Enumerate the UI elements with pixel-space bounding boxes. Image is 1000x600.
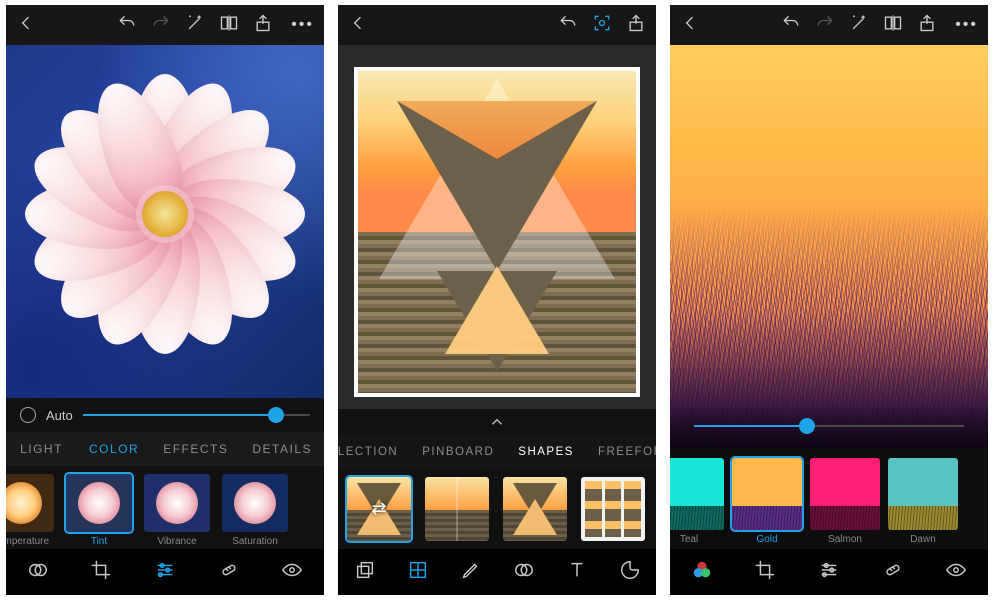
undo-icon[interactable]: [781, 13, 801, 38]
adjust-slider[interactable]: [83, 414, 310, 416]
adjust-slider-row: Auto: [6, 398, 324, 432]
adjust-category-tabs: LIGHT COLOR EFFECTS DETAILS: [6, 432, 324, 466]
redo-icon[interactable]: [151, 13, 171, 38]
eye-icon[interactable]: [945, 559, 967, 586]
top-toolbar: [338, 5, 656, 45]
undo-icon[interactable]: [117, 13, 137, 38]
image-canvas[interactable]: [338, 45, 656, 409]
tab-effects[interactable]: EFFECTS: [151, 442, 240, 456]
preset-temperature[interactable]: Temperature: [6, 474, 56, 547]
tab-pinboard[interactable]: PINBOARD: [414, 446, 502, 458]
preset-label: Saturation: [232, 536, 278, 547]
shape-presets-strip[interactable]: ⇄: [338, 469, 656, 549]
crop-icon[interactable]: [90, 559, 112, 586]
tab-reflection[interactable]: REFLECTION: [338, 446, 406, 458]
magic-wand-icon[interactable]: [185, 13, 205, 38]
back-icon[interactable]: [16, 13, 36, 38]
preset-saturation[interactable]: Saturation: [220, 474, 290, 547]
bottom-toolbar: [670, 549, 988, 595]
look-gold[interactable]: Gold: [732, 458, 802, 545]
preset-label: Teal: [680, 534, 698, 545]
shape-preset-mirror[interactable]: [422, 477, 492, 541]
slider-thumb[interactable]: [268, 407, 284, 423]
sliders-icon[interactable]: [154, 559, 176, 586]
preset-label: Dawn: [910, 534, 936, 545]
preset-label: Temperature: [6, 536, 49, 547]
shape-preset-hourglass[interactable]: [500, 477, 570, 541]
look-salmon[interactable]: Salmon: [810, 458, 880, 545]
layers-icon[interactable]: [354, 559, 376, 586]
compare-icon[interactable]: [219, 13, 239, 38]
auto-label: Auto: [46, 408, 73, 423]
share-icon[interactable]: [917, 13, 937, 38]
tab-details[interactable]: DETAILS: [240, 442, 324, 456]
preset-vibrance[interactable]: Vibrance: [142, 474, 212, 547]
tab-light[interactable]: LIGHT: [6, 442, 77, 456]
preset-tint[interactable]: Tint: [64, 474, 134, 547]
pencil-icon[interactable]: [460, 559, 482, 586]
color-presets-strip[interactable]: Temperature Tint Vibrance Saturation: [6, 466, 324, 549]
slider-thumb[interactable]: [799, 418, 815, 434]
back-icon[interactable]: [348, 13, 368, 38]
text-icon[interactable]: [566, 559, 588, 586]
magic-wand-icon[interactable]: [849, 13, 869, 38]
compare-icon[interactable]: [883, 13, 903, 38]
looks-presets-strip[interactable]: Teal Gold Salmon Dawn: [670, 448, 988, 549]
collapse-panel-button[interactable]: [338, 409, 656, 435]
tab-color[interactable]: COLOR: [77, 442, 151, 456]
sticker-icon[interactable]: [619, 559, 641, 586]
back-icon[interactable]: [680, 13, 700, 38]
crop-icon[interactable]: [754, 559, 776, 586]
heal-icon[interactable]: [218, 559, 240, 586]
focus-frame-icon[interactable]: [592, 13, 612, 38]
intensity-slider[interactable]: [694, 425, 964, 427]
image-canvas[interactable]: [6, 45, 324, 398]
overlap-circles-icon[interactable]: [691, 559, 713, 586]
top-toolbar: •••: [6, 5, 324, 45]
eye-icon[interactable]: [281, 559, 303, 586]
screen-color-adjust: ••• Auto LIGHT COLOR EFFECTS DETAILS Tem…: [6, 5, 324, 595]
sliders-icon[interactable]: [818, 559, 840, 586]
layout-category-tabs: REFLECTION PINBOARD SHAPES FREEFORMS: [338, 435, 656, 469]
heal-icon[interactable]: [882, 559, 904, 586]
preset-label: Gold: [756, 534, 777, 545]
intensity-slider-row: [670, 404, 988, 448]
overlap-circles-icon[interactable]: [513, 559, 535, 586]
share-icon[interactable]: [253, 13, 273, 38]
look-teal[interactable]: Teal: [670, 458, 724, 545]
tab-freeforms[interactable]: FREEFORMS: [590, 446, 656, 458]
image-canvas[interactable]: [670, 45, 988, 448]
preset-label: Salmon: [828, 534, 862, 545]
look-dawn[interactable]: Dawn: [888, 458, 958, 545]
bottom-toolbar: [6, 549, 324, 595]
preset-label: Vibrance: [157, 536, 196, 547]
tab-shapes[interactable]: SHAPES: [510, 446, 582, 458]
undo-icon[interactable]: [558, 13, 578, 38]
preset-label: Tint: [91, 536, 107, 547]
collage-grid-icon[interactable]: [407, 559, 429, 586]
auto-toggle[interactable]: [20, 407, 36, 423]
redo-icon[interactable]: [815, 13, 835, 38]
shape-preset-strips[interactable]: [578, 477, 648, 541]
more-icon[interactable]: •••: [287, 16, 314, 34]
top-toolbar: •••: [670, 5, 988, 45]
overlap-circles-icon[interactable]: [27, 559, 49, 586]
shape-preset-shuffle[interactable]: ⇄: [344, 477, 414, 541]
bottom-toolbar: [338, 549, 656, 595]
screen-looks-filter: ••• Teal Gold Salmon Dawn: [670, 5, 988, 595]
share-icon[interactable]: [626, 13, 646, 38]
more-icon[interactable]: •••: [951, 16, 978, 34]
screen-shapes-collage: REFLECTION PINBOARD SHAPES FREEFORMS ⇄: [338, 5, 656, 595]
